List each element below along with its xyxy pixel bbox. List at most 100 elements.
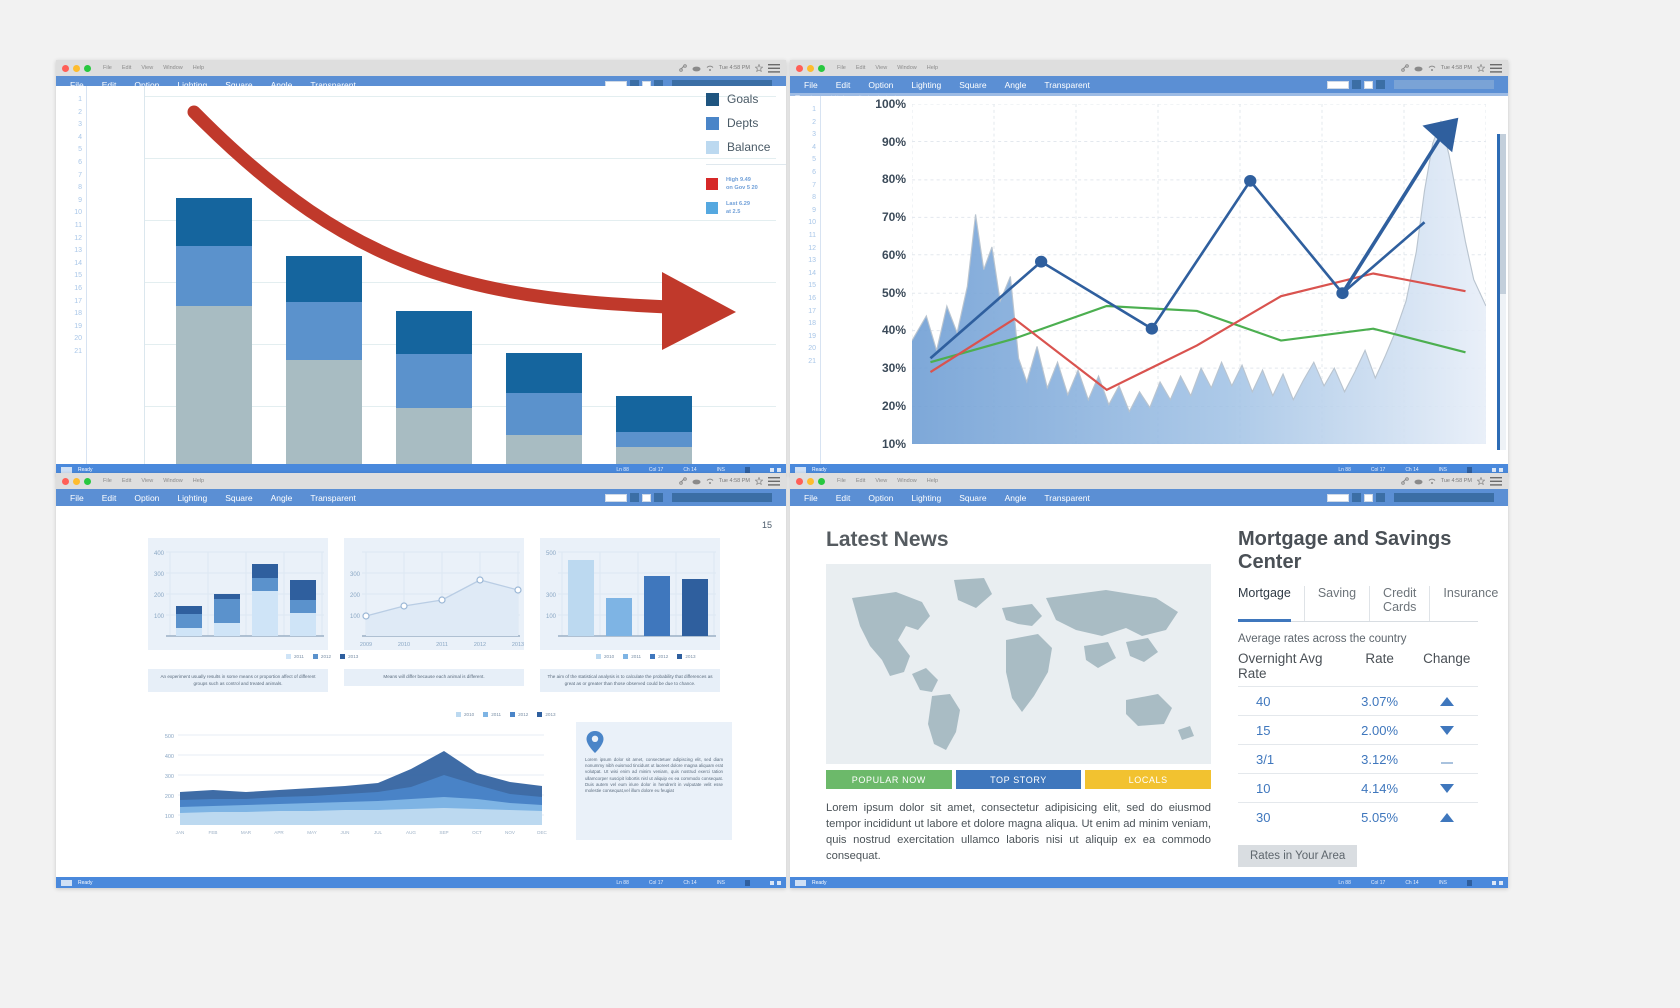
status-dot[interactable] [770, 880, 774, 885]
close-icon[interactable] [796, 64, 803, 72]
status-square[interactable] [745, 466, 750, 473]
mac-menu-view[interactable]: View [141, 65, 153, 71]
mac-menu-window[interactable]: Window [163, 478, 183, 484]
table-row[interactable]: 3/1 3.12% [1238, 744, 1478, 773]
mac-menu-view[interactable]: View [875, 65, 887, 71]
window1-titlebar[interactable]: File Edit View Window Help Tue 4:58 PM [56, 60, 786, 76]
bar-column[interactable] [286, 256, 362, 464]
mac-menu-help[interactable]: Help [927, 65, 938, 71]
toolbar-field-1[interactable] [1327, 493, 1349, 502]
mac-menu-help[interactable]: Help [193, 65, 204, 71]
toolbar-button-3[interactable] [654, 493, 663, 502]
pill-locals[interactable]: LOCALS [1085, 770, 1212, 789]
close-icon[interactable] [62, 64, 69, 72]
status-dot[interactable] [770, 467, 774, 472]
toolbar-button-3[interactable] [1376, 80, 1385, 89]
legend-item-balance[interactable]: Balance [706, 140, 786, 154]
app-menu-edit[interactable]: Edit [836, 493, 851, 503]
toolbar-button-3[interactable] [1376, 493, 1385, 502]
tab-insurance[interactable]: Insurance [1430, 586, 1508, 621]
pill-popular-now[interactable]: POPULAR NOW [826, 770, 952, 789]
mac-menu[interactable]: File Edit View Window Help [103, 65, 204, 71]
mac-menu-file[interactable]: File [103, 478, 112, 484]
table-row[interactable]: 30 5.05% [1238, 802, 1478, 831]
hamburger-icon[interactable] [1490, 63, 1502, 73]
status-dot[interactable] [1499, 880, 1503, 885]
window3-app-menubar[interactable]: File Edit Option Lighting Square Angle T… [56, 489, 786, 506]
status-square[interactable] [1467, 466, 1472, 473]
status-dot[interactable] [1499, 467, 1503, 472]
status-dot[interactable] [1492, 467, 1496, 472]
traffic-lights[interactable] [62, 477, 91, 485]
app-menu-lighting[interactable]: Lighting [177, 493, 207, 503]
mac-menu[interactable]: File Edit View Window Help [837, 478, 938, 484]
news-category-pills[interactable]: POPULAR NOW TOP STORY LOCALS [826, 770, 1212, 789]
menu-extras[interactable]: Tue 4:58 PM [678, 63, 780, 73]
vertical-scrollbar[interactable] [1500, 134, 1506, 450]
app-menu-option[interactable]: Option [868, 493, 893, 503]
menu-extras[interactable]: Tue 4:58 PM [678, 476, 780, 486]
zoom-icon[interactable] [84, 477, 91, 485]
bar-column[interactable] [176, 198, 252, 464]
scrollbar-thumb[interactable] [1500, 134, 1506, 294]
menu-extras[interactable]: Tue 4:58 PM [1400, 476, 1502, 486]
menu-extras[interactable]: Tue 4:58 PM [1400, 63, 1502, 73]
app-menu-edit[interactable]: Edit [102, 493, 117, 503]
mac-menu[interactable]: File Edit View Window Help [837, 65, 938, 71]
legend-item-goals[interactable]: Goals [706, 92, 786, 106]
mac-menu-edit[interactable]: Edit [856, 65, 865, 71]
tab-saving[interactable]: Saving [1305, 586, 1371, 621]
chart-card-scatter[interactable]: 300 200 100 2009 2010 2011 2012 2013 [344, 538, 524, 650]
chart-card-stacked[interactable]: 400 300 200 100 [148, 538, 328, 650]
app-menu-file[interactable]: File [70, 493, 84, 503]
mac-menu-edit[interactable]: Edit [856, 478, 865, 484]
minimize-icon[interactable] [807, 64, 814, 72]
mac-menu-file[interactable]: File [837, 478, 846, 484]
toolbar-progress[interactable] [672, 493, 772, 502]
zoom-icon[interactable] [84, 64, 91, 72]
mac-menu-help[interactable]: Help [927, 478, 938, 484]
legend-2013[interactable]: 2013 [677, 654, 696, 659]
toolbar-button-1[interactable] [1352, 80, 1361, 89]
hamburger-icon[interactable] [768, 476, 780, 486]
chart-card-grouped[interactable]: 500 300 100 [540, 538, 720, 650]
app-menu-transparent[interactable]: Transparent [1044, 80, 1090, 90]
tab-credit-cards[interactable]: Credit Cards [1370, 586, 1431, 621]
zoom-icon[interactable] [818, 64, 825, 72]
toolbar-progress[interactable] [1394, 493, 1494, 502]
toolbar-widgets[interactable] [1327, 80, 1494, 89]
hamburger-icon[interactable] [768, 63, 780, 73]
mac-menu-edit[interactable]: Edit [122, 65, 131, 71]
table-row[interactable]: 40 3.07% [1238, 686, 1478, 715]
app-menu-square[interactable]: Square [959, 80, 986, 90]
legend-2012[interactable]: 2012 [510, 712, 528, 717]
toolbar-button-2[interactable] [1364, 80, 1373, 89]
status-dot[interactable] [777, 880, 781, 885]
star-icon[interactable] [755, 477, 763, 485]
table-row[interactable]: 15 2.00% [1238, 715, 1478, 744]
star-icon[interactable] [755, 64, 763, 72]
toolbar-button-1[interactable] [630, 493, 639, 502]
mac-menu-window[interactable]: Window [897, 65, 917, 71]
app-menu-angle[interactable]: Angle [1005, 493, 1027, 503]
mac-menu-file[interactable]: File [837, 65, 846, 71]
bar-column[interactable] [506, 353, 582, 464]
app-menu-lighting[interactable]: Lighting [911, 493, 941, 503]
app-menu-edit[interactable]: Edit [836, 80, 851, 90]
legend-2011[interactable]: 2011 [483, 712, 501, 717]
legend-2012[interactable]: 2012 [312, 654, 331, 659]
window2-app-menubar[interactable]: File Edit Option Lighting Square Angle T… [790, 76, 1508, 93]
toolbar-widgets[interactable] [1327, 493, 1494, 502]
status-dot[interactable] [1492, 880, 1496, 885]
status-square[interactable] [1467, 879, 1472, 886]
mac-menu[interactable]: File Edit View Window Help [103, 478, 204, 484]
mac-menu-edit[interactable]: Edit [122, 478, 131, 484]
status-dot[interactable] [777, 467, 781, 472]
table-row[interactable]: 10 4.14% [1238, 773, 1478, 802]
note-card[interactable]: Lorem ipsum dolor sit amet, consectetuer… [576, 722, 732, 840]
minimize-icon[interactable] [73, 64, 80, 72]
app-menu-square[interactable]: Square [959, 493, 986, 503]
app-menu-option[interactable]: Option [134, 493, 159, 503]
app-menu-file[interactable]: File [804, 493, 818, 503]
legend-2013[interactable]: 2013 [537, 712, 556, 717]
